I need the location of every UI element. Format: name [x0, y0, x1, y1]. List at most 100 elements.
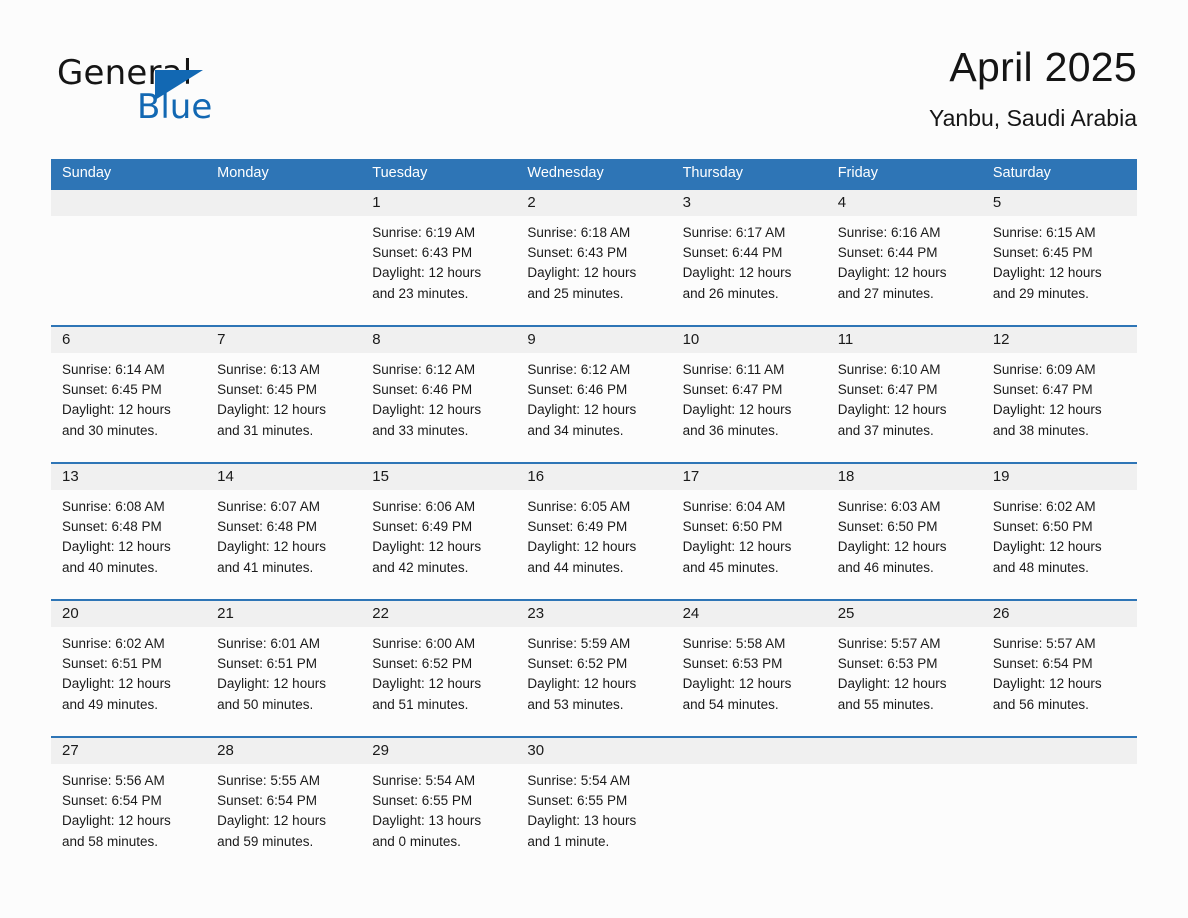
day-number[interactable]: 24 [672, 601, 827, 627]
day-number[interactable]: 22 [361, 601, 516, 627]
daylight-text-line2: and 55 minutes. [837, 696, 934, 712]
day-number[interactable]: 14 [206, 464, 361, 490]
day-number[interactable]: 29 [361, 738, 516, 764]
day-number[interactable] [206, 190, 361, 216]
sunset-text: Sunset: 6:48 PM [217, 519, 317, 535]
day-cell[interactable]: Sunrise: 6:19 AM Sunset: 6:43 PM Dayligh… [361, 216, 516, 325]
day-number[interactable]: 16 [516, 464, 671, 490]
sunrise-text: Sunrise: 6:02 AM [62, 636, 165, 651]
day-cell[interactable]: Sunrise: 6:15 AM Sunset: 6:45 PM Dayligh… [982, 216, 1137, 325]
day-cell[interactable]: Sunrise: 5:56 AM Sunset: 6:54 PM Dayligh… [51, 764, 206, 876]
day-number[interactable]: 12 [982, 327, 1137, 353]
day-number[interactable] [982, 738, 1137, 764]
day-number[interactable]: 6 [51, 327, 206, 353]
day-cell[interactable]: Sunrise: 6:05 AM Sunset: 6:49 PM Dayligh… [516, 490, 671, 599]
day-number[interactable]: 20 [51, 601, 206, 627]
day-cell[interactable] [206, 216, 361, 325]
sunset-text: Sunset: 6:46 PM [527, 382, 628, 398]
daylight-text-line1: Daylight: 12 hours [372, 265, 482, 281]
day-cell[interactable]: Sunrise: 6:06 AM Sunset: 6:49 PM Dayligh… [361, 490, 516, 599]
day-cell[interactable]: Sunrise: 6:03 AM Sunset: 6:50 PM Dayligh… [827, 490, 982, 599]
daylight-text-line2: and 56 minutes. [992, 696, 1089, 712]
sunrise-text: Sunrise: 6:17 AM [682, 225, 786, 240]
day-number[interactable]: 17 [672, 464, 827, 490]
day-number[interactable]: 3 [672, 190, 827, 216]
daylight-text-line1: Daylight: 12 hours [217, 402, 326, 418]
day-cell[interactable]: Sunrise: 6:16 AM Sunset: 6:44 PM Dayligh… [827, 216, 982, 325]
sunrise-text: Sunrise: 6:12 AM [372, 362, 476, 377]
day-cell[interactable]: Sunrise: 6:13 AM Sunset: 6:45 PM Dayligh… [206, 353, 361, 462]
daylight-text-line1: Daylight: 12 hours [527, 676, 637, 692]
day-cell[interactable]: Sunrise: 5:57 AM Sunset: 6:54 PM Dayligh… [982, 627, 1137, 736]
day-number[interactable]: 1 [361, 190, 516, 216]
day-cell[interactable]: Sunrise: 6:12 AM Sunset: 6:46 PM Dayligh… [516, 353, 671, 462]
day-number[interactable]: 11 [827, 327, 982, 353]
day-cell[interactable]: Sunrise: 5:58 AM Sunset: 6:53 PM Dayligh… [672, 627, 827, 736]
week-daynumber-band: 13 14 15 16 17 18 19 [51, 464, 1137, 490]
page-header: General Blue April 2025 Yanbu, Saudi Ara… [51, 42, 1137, 147]
day-cell[interactable] [672, 764, 827, 876]
day-number[interactable]: 27 [51, 738, 206, 764]
day-number[interactable]: 28 [206, 738, 361, 764]
day-cell[interactable]: Sunrise: 5:54 AM Sunset: 6:55 PM Dayligh… [516, 764, 671, 876]
day-number[interactable]: 10 [672, 327, 827, 353]
daylight-text-line1: Daylight: 12 hours [527, 539, 637, 555]
day-cell[interactable]: Sunrise: 6:11 AM Sunset: 6:47 PM Dayligh… [672, 353, 827, 462]
daylight-text-line1: Daylight: 12 hours [837, 402, 947, 418]
day-number[interactable]: 26 [982, 601, 1137, 627]
day-cell[interactable]: Sunrise: 6:00 AM Sunset: 6:52 PM Dayligh… [361, 627, 516, 736]
day-cell[interactable]: Sunrise: 6:02 AM Sunset: 6:50 PM Dayligh… [982, 490, 1137, 599]
day-number[interactable]: 19 [982, 464, 1137, 490]
day-number[interactable]: 2 [516, 190, 671, 216]
day-cell[interactable]: Sunrise: 6:18 AM Sunset: 6:43 PM Dayligh… [516, 216, 671, 325]
day-number[interactable]: 23 [516, 601, 671, 627]
day-number[interactable]: 5 [982, 190, 1137, 216]
day-cell[interactable] [51, 216, 206, 325]
daylight-text-line1: Daylight: 12 hours [62, 402, 171, 418]
day-cell[interactable]: Sunrise: 6:14 AM Sunset: 6:45 PM Dayligh… [51, 353, 206, 462]
day-cell[interactable]: Sunrise: 6:09 AM Sunset: 6:47 PM Dayligh… [982, 353, 1137, 462]
day-number[interactable]: 30 [516, 738, 671, 764]
weekday-header-saturday: Saturday [992, 165, 1051, 181]
daylight-text-line2: and 1 minute. [527, 833, 610, 849]
day-number[interactable]: 21 [206, 601, 361, 627]
day-cell[interactable]: Sunrise: 6:17 AM Sunset: 6:44 PM Dayligh… [672, 216, 827, 325]
day-number[interactable]: 8 [361, 327, 516, 353]
day-cell[interactable]: Sunrise: 6:01 AM Sunset: 6:51 PM Dayligh… [206, 627, 361, 736]
generalblue-logo[interactable]: General Blue [57, 54, 357, 134]
day-cell[interactable]: Sunrise: 6:10 AM Sunset: 6:47 PM Dayligh… [827, 353, 982, 462]
sunset-text: Sunset: 6:51 PM [217, 656, 317, 672]
day-cell[interactable]: Sunrise: 5:59 AM Sunset: 6:52 PM Dayligh… [516, 627, 671, 736]
day-number[interactable] [672, 738, 827, 764]
day-number[interactable] [827, 738, 982, 764]
daylight-text-line1: Daylight: 12 hours [217, 676, 326, 692]
sunset-text: Sunset: 6:55 PM [527, 793, 628, 809]
sunrise-text: Sunrise: 6:08 AM [62, 499, 165, 514]
daylight-text-line1: Daylight: 13 hours [527, 813, 637, 829]
sunrise-text: Sunrise: 6:07 AM [217, 499, 320, 514]
day-cell[interactable]: Sunrise: 6:12 AM Sunset: 6:46 PM Dayligh… [361, 353, 516, 462]
day-number[interactable]: 4 [827, 190, 982, 216]
day-number[interactable]: 13 [51, 464, 206, 490]
day-cell[interactable]: Sunrise: 5:57 AM Sunset: 6:53 PM Dayligh… [827, 627, 982, 736]
day-cell[interactable]: Sunrise: 6:07 AM Sunset: 6:48 PM Dayligh… [206, 490, 361, 599]
day-cell[interactable]: Sunrise: 5:54 AM Sunset: 6:55 PM Dayligh… [361, 764, 516, 876]
day-number[interactable]: 7 [206, 327, 361, 353]
day-number[interactable]: 9 [516, 327, 671, 353]
day-cell[interactable]: Sunrise: 6:02 AM Sunset: 6:51 PM Dayligh… [51, 627, 206, 736]
day-cell[interactable] [827, 764, 982, 876]
day-cell[interactable]: Sunrise: 6:08 AM Sunset: 6:48 PM Dayligh… [51, 490, 206, 599]
sunset-text: Sunset: 6:53 PM [837, 656, 938, 672]
daylight-text-line2: and 51 minutes. [372, 696, 469, 712]
week-daynumber-band: 27 28 29 30 [51, 738, 1137, 764]
day-number[interactable]: 18 [827, 464, 982, 490]
sunset-text: Sunset: 6:47 PM [992, 382, 1093, 398]
day-cell[interactable]: Sunrise: 5:55 AM Sunset: 6:54 PM Dayligh… [206, 764, 361, 876]
week-detail-band: Sunrise: 6:02 AM Sunset: 6:51 PM Dayligh… [51, 627, 1137, 736]
sunset-text: Sunset: 6:50 PM [682, 519, 783, 535]
day-cell[interactable]: Sunrise: 6:04 AM Sunset: 6:50 PM Dayligh… [672, 490, 827, 599]
day-number[interactable] [51, 190, 206, 216]
day-number[interactable]: 25 [827, 601, 982, 627]
day-number[interactable]: 15 [361, 464, 516, 490]
day-cell[interactable] [982, 764, 1137, 876]
